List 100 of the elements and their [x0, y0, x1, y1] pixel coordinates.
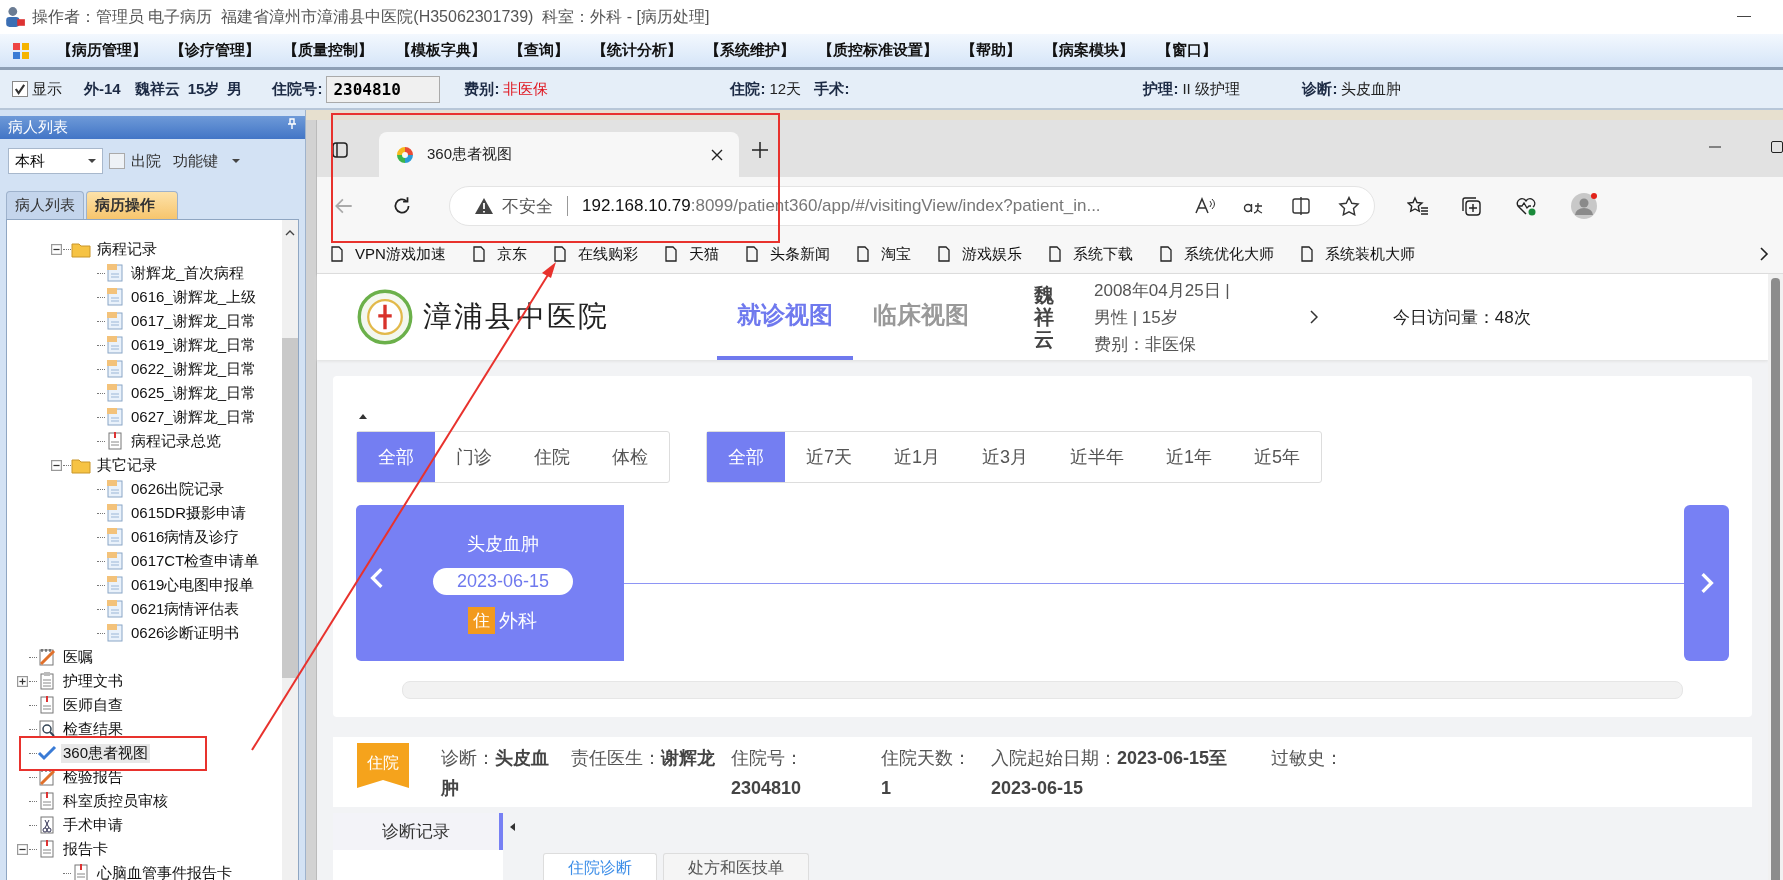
checkbox[interactable] — [109, 153, 125, 169]
menu-item[interactable]: 【病案模块】 — [1044, 41, 1134, 60]
expander-icon[interactable] — [17, 843, 28, 855]
filter-option[interactable]: 门诊 — [435, 432, 513, 482]
filter-option[interactable]: 近1月 — [873, 432, 962, 482]
close-icon[interactable] — [711, 148, 723, 161]
tree-item[interactable]: 病程记录总览 — [129, 431, 223, 451]
collections-icon[interactable] — [1461, 196, 1483, 216]
maximize-icon[interactable] — [1771, 141, 1783, 153]
chevron-right-icon[interactable] — [1309, 310, 1318, 324]
browser-tab[interactable]: 360患者视图 — [379, 132, 739, 177]
expander-icon[interactable] — [51, 459, 62, 471]
tree-item[interactable]: 谢辉龙_首次病程 — [129, 263, 247, 283]
panel-tab[interactable]: 病历操作 — [86, 191, 178, 219]
bookmark-link[interactable]: 游戏娱乐 — [961, 244, 1022, 264]
tree-item[interactable]: 0627_谢辉龙_日常 — [129, 407, 259, 427]
pin-icon[interactable] — [287, 118, 297, 130]
page-icon[interactable] — [472, 246, 485, 262]
page-icon[interactable] — [664, 246, 677, 262]
scroll-up-icon[interactable] — [285, 230, 295, 236]
bookmark-link[interactable]: 在线购彩 — [577, 244, 638, 264]
tree-item[interactable]: 0626出院记录 — [129, 479, 227, 499]
menu-item[interactable]: 【质控标准设置】 — [818, 41, 938, 60]
tree-item[interactable]: 科室质控员审核 — [61, 791, 170, 811]
panel-tab[interactable]: 病人列表 — [6, 191, 84, 219]
tree-item[interactable]: 0626诊断证明书 — [129, 623, 242, 643]
bookmark-link[interactable]: 头条新闻 — [769, 244, 830, 264]
filter-option[interactable]: 住院 — [513, 432, 591, 482]
chevron-left-icon[interactable] — [370, 567, 384, 589]
menu-item[interactable]: 【质量控制】 — [283, 41, 373, 60]
tree-item[interactable]: 0619心电图申报单 — [129, 575, 257, 595]
filter-option[interactable]: 体检 — [591, 432, 669, 482]
tree-item[interactable]: 检查结果 — [61, 719, 125, 739]
expander-icon[interactable] — [17, 675, 28, 687]
detail-tab[interactable]: 住院诊断 — [543, 853, 657, 880]
page-icon[interactable] — [856, 246, 869, 262]
menu-item[interactable]: 【模板字典】 — [396, 41, 486, 60]
scrollbar-thumb[interactable] — [1771, 278, 1780, 880]
tree-item[interactable]: 检验报告 — [61, 767, 125, 787]
filter-option[interactable]: 近半年 — [1049, 432, 1146, 482]
split-screen-icon[interactable] — [1290, 196, 1312, 216]
expander-icon[interactable] — [51, 243, 62, 255]
tree-item[interactable]: 心脑血管事件报告卡 — [95, 863, 234, 880]
tree-item[interactable]: 0617CT检查申请单 — [129, 551, 262, 571]
page-icon[interactable] — [937, 246, 950, 262]
view-tab[interactable]: 就诊视图 — [717, 274, 853, 360]
side-tab[interactable]: 诊断记录 — [333, 813, 503, 850]
chevron-right-icon[interactable] — [1759, 246, 1769, 262]
page-icon[interactable] — [1300, 246, 1313, 262]
menu-item[interactable]: 【帮助】 — [961, 41, 1021, 60]
tree-item[interactable]: 360患者视图 — [61, 743, 151, 763]
tab-actions-icon[interactable] — [331, 141, 349, 159]
app-menu-icon[interactable] — [12, 41, 30, 60]
page-icon[interactable] — [1048, 246, 1061, 262]
page-icon[interactable] — [331, 246, 343, 262]
bookmark-link[interactable]: 系统下载 — [1072, 244, 1133, 264]
tree-item[interactable]: 医师自查 — [61, 695, 125, 715]
menu-item[interactable]: 【查询】 — [509, 41, 569, 60]
collapse-icon[interactable] — [510, 823, 515, 831]
filter-option[interactable]: 近1年 — [1145, 432, 1234, 482]
tree-item[interactable]: 0625_谢辉龙_日常 — [129, 383, 259, 403]
tree-item[interactable]: 医嘱 — [61, 647, 95, 667]
bookmark-link[interactable]: 淘宝 — [880, 244, 911, 264]
tree-item[interactable]: 0622_谢辉龙_日常 — [129, 359, 259, 379]
bookmark-link[interactable]: 京东 — [496, 244, 527, 264]
page-icon[interactable] — [1159, 246, 1172, 262]
collapse-caret-icon[interactable] — [359, 414, 367, 419]
checkbox[interactable] — [12, 81, 28, 97]
menu-item[interactable]: 【诊疗管理】 — [170, 41, 260, 60]
filter-option[interactable]: 近3月 — [961, 432, 1050, 482]
read-aloud-icon[interactable] — [1194, 196, 1216, 216]
dropdown-arrow-icon[interactable] — [88, 159, 96, 163]
tree-item[interactable]: 0615DR摄影申请 — [129, 503, 249, 523]
page-icon[interactable] — [553, 246, 566, 262]
scrollbar-thumb[interactable] — [282, 338, 298, 678]
dropdown-arrow-icon[interactable] — [232, 159, 240, 163]
tree-item[interactable]: 其它记录 — [95, 455, 159, 475]
menu-item[interactable]: 【窗口】 — [1157, 41, 1217, 60]
horizontal-scrollbar[interactable] — [402, 681, 1683, 699]
tree-item[interactable]: 护理文书 — [61, 671, 125, 691]
menu-item[interactable]: 【统计分析】 — [592, 41, 682, 60]
health-icon[interactable] — [1515, 196, 1537, 216]
bookmark-link[interactable]: 系统优化大师 — [1183, 244, 1274, 264]
tree-item[interactable]: 0616病情及诊疗 — [129, 527, 242, 547]
admission-number-field[interactable]: 2304810 — [326, 75, 441, 103]
tree-item[interactable]: 报告卡 — [61, 839, 110, 859]
new-tab-icon[interactable] — [751, 141, 769, 159]
function-key-menu[interactable]: 功能键 — [173, 151, 218, 171]
visit-card[interactable]: 头皮血肿 2023-06-15 住 外科 — [356, 505, 624, 661]
tree-item[interactable]: 病程记录 — [95, 239, 159, 259]
scope-dropdown[interactable]: 本科 — [8, 148, 103, 174]
profile-avatar[interactable] — [1571, 193, 1597, 219]
tree-item[interactable]: 0617_谢辉龙_日常 — [129, 311, 259, 331]
detail-tab[interactable]: 处方和医技单 — [663, 853, 809, 880]
tree-item[interactable]: 0616_谢辉龙_上级 — [129, 287, 259, 307]
filter-option[interactable]: 近7天 — [785, 432, 873, 482]
menu-item[interactable]: 【系统维护】 — [705, 41, 795, 60]
bookmark-link[interactable]: 系统装机大师 — [1324, 244, 1415, 264]
bookmark-link[interactable]: 天猫 — [688, 244, 719, 264]
star-icon[interactable] — [1338, 196, 1360, 216]
